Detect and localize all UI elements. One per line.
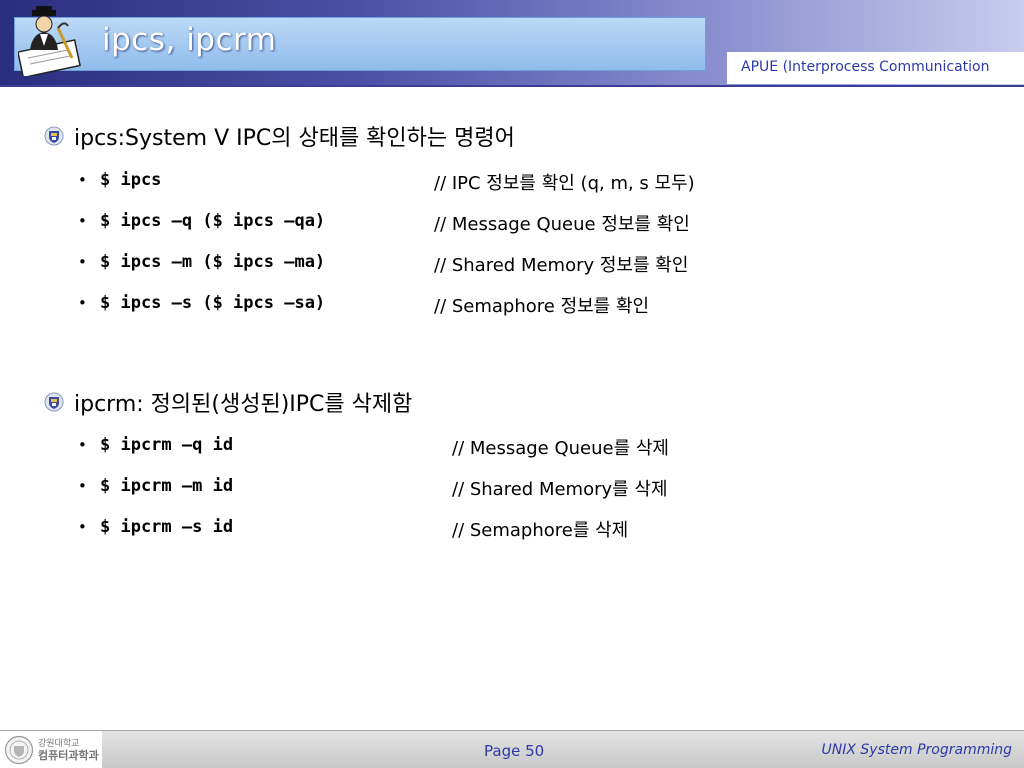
slide-title: ipcs, ipcrm [102,22,277,58]
command-text: $ ipcs [100,170,162,190]
page-number: Page 50 [484,742,545,760]
bullet-dot: • [78,477,87,495]
command-comment: // IPC 정보를 확인 (q, m, s 모두) [434,173,695,194]
list-item: • $ ipcs –s ($ ipcs –sa) [78,291,325,315]
list-item: • $ ipcs –q ($ ipcs –qa) [78,209,325,233]
command-text: $ ipcrm –s id [100,517,234,537]
command-comment: // Shared Memory 정보를 확인 [434,255,689,276]
university-emblem-icon [44,392,64,412]
logo-university-name: 강원대학교 [38,738,80,749]
course-title: UNIX System Programming [821,742,1012,758]
footer-logo: 강원대학교 컴퓨터과학과 [0,731,102,768]
bullet-dot: • [78,294,87,312]
command-text: $ ipcrm –q id [100,435,234,455]
university-seal-icon [4,735,34,764]
list-item: • $ ipcrm –m id [78,474,233,498]
command-comment: // Message Queue를 삭제 [452,438,669,459]
section-heading-ipcrm: ipcrm: 정의된(생성된)IPC를 삭제함 [44,386,412,418]
bullet-dot: • [78,212,87,230]
command-comment: // Message Queue 정보를 확인 [434,214,690,235]
command-text: $ ipcs –s ($ ipcs –sa) [100,293,326,313]
logo-department-name: 컴퓨터과학과 [38,748,99,762]
command-comment: // Shared Memory를 삭제 [452,479,668,500]
section-heading-ipcs: ipcs:System V IPC의 상태를 확인하는 명령어 [44,120,515,152]
bullet-dot: • [78,518,87,536]
list-item: • $ ipcs [78,168,161,192]
command-text: $ ipcrm –m id [100,476,234,496]
scholar-writing-icon [18,6,81,76]
command-comment: // Semaphore를 삭제 [452,520,629,541]
header-divider [0,85,1024,87]
section-heading-text: ipcs:System V IPC의 상태를 확인하는 명령어 [74,126,515,151]
bullet-dot: • [78,436,87,454]
section-heading-text: ipcrm: 정의된(생성된)IPC를 삭제함 [74,392,413,417]
list-item: • $ ipcrm –q id [78,433,233,457]
university-emblem-icon [44,126,64,146]
command-text: $ ipcs –m ($ ipcs –ma) [100,252,326,272]
command-comment: // Semaphore 정보를 확인 [434,296,650,317]
bullet-dot: • [78,253,87,271]
bullet-dot: • [78,171,87,189]
slide-subtitle: APUE (Interprocess Communication [741,59,990,75]
list-item: • $ ipcs –m ($ ipcs –ma) [78,250,325,274]
list-item: • $ ipcrm –s id [78,515,233,539]
command-text: $ ipcs –q ($ ipcs –qa) [100,211,326,231]
